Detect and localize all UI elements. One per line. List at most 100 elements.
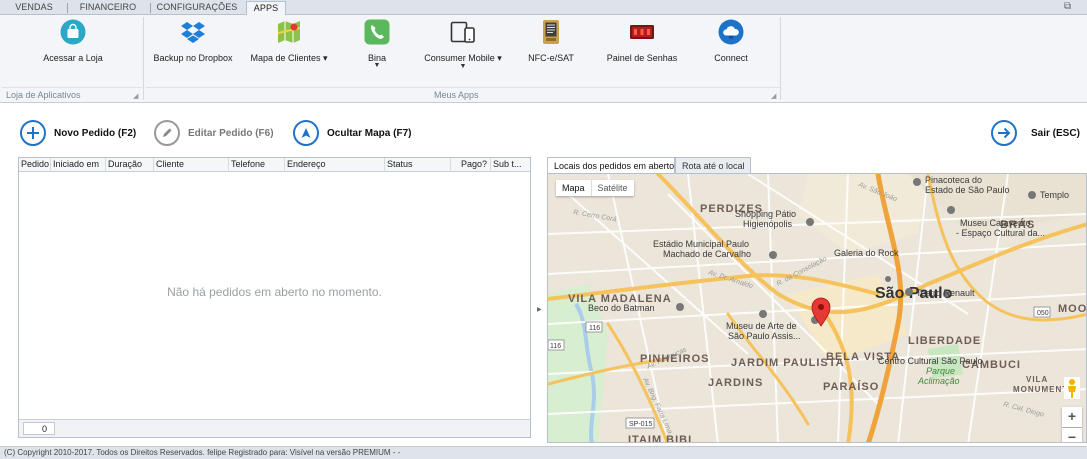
dropbox-backup-button[interactable]: Backup no Dropbox — [151, 17, 235, 87]
nfce-sat-button[interactable]: NFC-e/SAT — [525, 17, 577, 87]
tab-financeiro[interactable]: FINANCEIRO — [73, 1, 143, 15]
group-launcher-icon[interactable]: ◢ — [133, 92, 138, 100]
road-label: 116 — [589, 325, 600, 332]
poi-label: Museu Catavento — [960, 218, 1031, 228]
district-label: JARDINS — [708, 377, 763, 389]
tab-apps[interactable]: APPS — [246, 1, 286, 16]
column-header-subtotal[interactable]: Sub t... — [491, 158, 532, 172]
column-header-pago[interactable]: Pago? — [451, 158, 491, 172]
dropbox-icon — [181, 22, 205, 43]
arrow-right-icon — [991, 120, 1017, 146]
district-label: JARDIM PAULISTA — [731, 357, 845, 369]
phone-icon — [364, 19, 390, 45]
road-label: SP-015 — [629, 421, 652, 428]
connect-button[interactable]: Connect — [700, 17, 762, 87]
nfce-sat-label: NFC-e/SAT — [528, 53, 574, 63]
group-label-apps: Meus Apps — [434, 90, 479, 100]
hide-map-button[interactable]: Ocultar Mapa (F7) — [293, 118, 411, 148]
exit-label: Sair (ESC) — [1031, 127, 1080, 139]
group-divider — [2, 87, 142, 88]
splitter-arrow-icon[interactable]: ▶ — [537, 306, 542, 313]
poi-label: Estado de São Paulo — [925, 185, 1010, 195]
map-type-satellite[interactable]: Satélite — [590, 180, 634, 196]
devices-icon — [450, 21, 475, 43]
zoom-out-button[interactable]: − — [1062, 428, 1082, 442]
poi-label: Teatro Renault — [916, 288, 975, 298]
zoom-in-button[interactable]: + — [1062, 407, 1082, 427]
poi-label: Estádio Municipal Paulo — [653, 239, 749, 249]
street-view-pegman-icon[interactable] — [1064, 377, 1080, 399]
empty-orders-message: Não há pedidos em aberto no momento. — [167, 285, 382, 299]
order-count: 0 — [23, 422, 55, 435]
connect-label: Connect — [714, 53, 748, 63]
map-type-map[interactable]: Mapa — [556, 180, 591, 196]
tab-separator — [67, 3, 68, 13]
poi-label: Beco do Batman — [588, 303, 655, 313]
poi-label: Templo — [1040, 190, 1069, 200]
table-header: Pedido Iniciado em Duração Cliente Telef… — [19, 158, 530, 172]
client-map-button[interactable]: Mapa de Clientes ▾ — [244, 17, 334, 87]
consumer-mobile-button[interactable]: Consumer Mobile ▾ ▼ — [420, 17, 506, 87]
restore-window-icon[interactable]: ⧉ — [1064, 1, 1071, 12]
poi-label: Centro Cultural São Paulo — [878, 356, 983, 366]
poi-label: Shopping Pátio — [735, 209, 796, 219]
district-label: ITAIM BIBI — [628, 434, 692, 443]
tab-configuracoes[interactable]: CONFIGURAÇÕES — [156, 1, 238, 15]
hide-map-label: Ocultar Mapa (F7) — [327, 127, 412, 139]
column-header-endereco[interactable]: Endereço — [285, 158, 385, 172]
map-view[interactable]: 116 116 050 SP-015 R. Cerro Corá Av. São… — [547, 173, 1087, 443]
new-order-button[interactable]: Novo Pedido (F2) — [20, 118, 136, 148]
column-header-cliente[interactable]: Cliente — [154, 158, 229, 172]
group-launcher-icon[interactable]: ◢ — [771, 92, 776, 100]
access-store-label: Acessar a Loja — [43, 53, 103, 63]
cloud-icon — [718, 19, 744, 45]
navigation-arrow-icon — [293, 120, 319, 146]
poi-label: Aclimação — [917, 376, 960, 386]
road-label: 050 — [1037, 310, 1049, 317]
map-type-toggle: Mapa Satélite — [556, 180, 634, 196]
poi-label: Higienópolis — [743, 219, 793, 229]
shopping-bag-icon — [60, 19, 86, 45]
district-label: PINHEIROS — [640, 353, 710, 365]
dropbox-backup-label: Backup no Dropbox — [153, 53, 233, 63]
queue-panel-button[interactable]: Painel de Senhas — [605, 17, 679, 87]
column-header-telefone[interactable]: Telefone — [229, 158, 285, 172]
group-separator — [780, 17, 781, 100]
poi-label: Machado de Carvalho — [663, 249, 751, 259]
map-canvas: 116 116 050 SP-015 R. Cerro Corá Av. São… — [548, 174, 1087, 443]
column-header-pedido[interactable]: Pedido — [19, 158, 51, 172]
poi-label: Pinacoteca do — [925, 175, 982, 185]
status-bar: (C) Copyright 2010-2017. Todos os Direit… — [0, 446, 1087, 459]
column-header-status[interactable]: Status — [385, 158, 451, 172]
column-header-iniciado-em[interactable]: Iniciado em — [51, 158, 106, 172]
exit-button[interactable]: Sair (ESC) — [991, 118, 1080, 148]
table-footer: 0 — [19, 419, 530, 437]
tab-open-orders-locations[interactable]: Locais dos pedidos em aberto — [547, 157, 675, 174]
queue-display-icon — [630, 25, 654, 39]
poi-label: Galeria do Rock — [834, 248, 899, 258]
map-icon — [277, 21, 301, 43]
district-label: MOO — [1058, 303, 1087, 315]
new-order-label: Novo Pedido (F2) — [54, 127, 137, 139]
ribbon-panel: Acessar a Loja Loja de Aplicativos ◢ Bac… — [0, 15, 1087, 103]
tab-route-to-location[interactable]: Rota até o local — [675, 157, 751, 174]
ribbon-tab-bar: VENDAS FINANCEIRO CONFIGURAÇÕES APPS ⧉ — [0, 0, 1087, 16]
column-header-duracao[interactable]: Duração — [106, 158, 154, 172]
poi-label: Museu de Arte de — [726, 321, 797, 331]
district-label: VILA — [1026, 375, 1048, 384]
bina-button[interactable]: Bina ▼ — [355, 17, 399, 87]
tab-vendas[interactable]: VENDAS — [14, 1, 54, 15]
access-store-button[interactable]: Acessar a Loja — [34, 17, 112, 87]
chevron-down-icon: ▼ — [373, 62, 381, 69]
group-label-store: Loja de Aplicativos — [6, 90, 81, 100]
receipt-printer-icon — [543, 20, 559, 44]
group-divider — [146, 87, 780, 88]
district-label: PARAÍSO — [823, 380, 879, 393]
chevron-down-icon: ▼ — [459, 63, 467, 70]
group-separator — [143, 17, 144, 100]
poi-label: Parque — [926, 366, 955, 376]
road-label: 116 — [550, 343, 561, 350]
poi-label: - Espaço Cultural da... — [956, 228, 1045, 238]
edit-order-button[interactable]: Editar Pedido (F6) — [154, 118, 274, 148]
client-map-label: Mapa de Clientes ▾ — [250, 53, 328, 63]
